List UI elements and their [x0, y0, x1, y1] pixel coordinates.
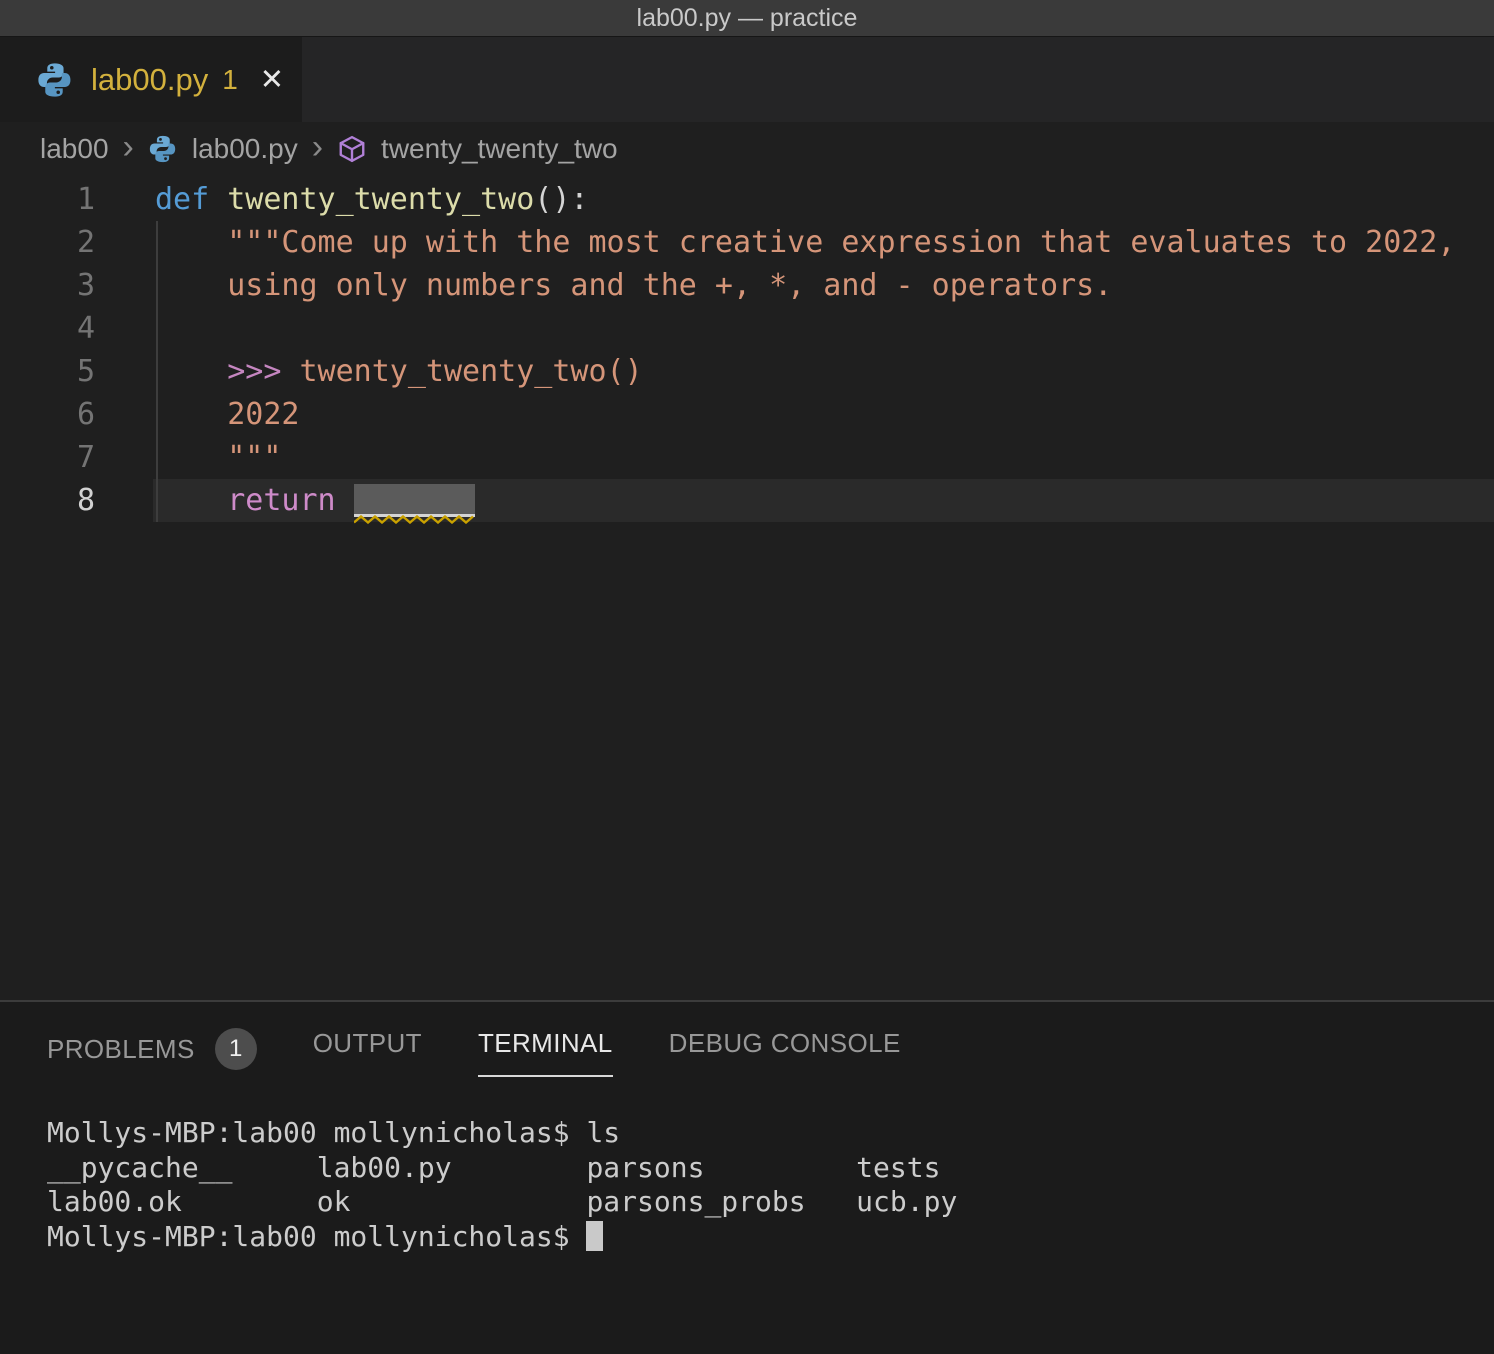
terminal-output[interactable]: Mollys-MBP:lab00 mollynicholas$ ls__pyca… — [0, 1086, 1494, 1254]
terminal-line: __pycache__ lab00.py parsons tests — [47, 1151, 1494, 1186]
code-line-7[interactable]: 7 """ — [0, 436, 1494, 479]
code-token — [155, 483, 227, 518]
panel-tab-terminal[interactable]: TERMINAL — [478, 1028, 613, 1077]
code-token — [155, 397, 227, 432]
close-icon[interactable]: ✕ — [260, 62, 284, 97]
code-token — [336, 483, 354, 518]
line-number: 3 — [0, 264, 95, 307]
panel-tab-label: PROBLEMS — [47, 1034, 195, 1065]
chevron-right-icon: › — [312, 130, 323, 168]
code-line-3[interactable]: 3 using only numbers and the +, *, and -… — [0, 264, 1494, 307]
tab-label: lab00.py — [91, 62, 208, 98]
code-token — [155, 354, 227, 389]
code-token — [155, 225, 227, 260]
code-text: return — [153, 479, 1494, 522]
code-token: """Come up with the most creative expres… — [227, 225, 1455, 260]
terminal-line: Mollys-MBP:lab00 mollynicholas$ — [47, 1220, 1494, 1255]
tab-problem-count-badge: 1 — [222, 64, 238, 96]
panel-tab-label: DEBUG CONSOLE — [669, 1028, 901, 1059]
code-token — [209, 182, 227, 217]
panel-tab-label: OUTPUT — [313, 1028, 422, 1059]
tab-lab00py[interactable]: lab00.py 1 ✕ — [0, 37, 302, 122]
code-line-4[interactable]: 4 — [0, 307, 1494, 350]
code-text: def twenty_twenty_two(): — [153, 178, 1494, 221]
terminal-cursor — [586, 1221, 603, 1251]
warning-squiggle-icon — [354, 515, 475, 524]
code-token — [155, 268, 227, 303]
symbol-cube-icon — [337, 134, 367, 164]
code-token: twenty_twenty_two — [227, 182, 534, 217]
panel-tab-output[interactable]: OUTPUT — [313, 1028, 422, 1075]
terminal-line: lab00.ok ok parsons_probs ucb.py — [47, 1185, 1494, 1220]
breadcrumb: lab00 › lab00.py › twenty_twenty_two — [0, 122, 1494, 176]
vscode-window: lab00.py — practice lab00.py 1 ✕ lab00 ›… — [0, 0, 1494, 1354]
code-editor[interactable]: 1def twenty_twenty_two():2 """Come up wi… — [0, 176, 1494, 1000]
code-line-8[interactable]: 8 return — [0, 479, 1494, 522]
code-token: (): — [534, 182, 588, 217]
code-line-1[interactable]: 1 def twenty_twenty_two(): — [0, 178, 1494, 221]
terminal-line: Mollys-MBP:lab00 mollynicholas$ ls — [47, 1116, 1494, 1151]
window-titlebar: lab00.py — practice — [0, 0, 1494, 37]
panel-tab-problems[interactable]: PROBLEMS 1 — [47, 1028, 257, 1086]
panel-tab-bar: PROBLEMS 1 OUTPUT TERMINAL DEBUG CONSOLE — [0, 1002, 1494, 1086]
code-text: """Come up with the most creative expres… — [153, 221, 1494, 264]
code-line-6[interactable]: 6 2022 — [0, 393, 1494, 436]
line-number: 5 — [0, 350, 95, 393]
bottom-panel: PROBLEMS 1 OUTPUT TERMINAL DEBUG CONSOLE Mol… — [0, 1000, 1494, 1354]
problems-count-badge: 1 — [215, 1028, 257, 1070]
code-token: 2022 — [227, 397, 299, 432]
breadcrumb-folder[interactable]: lab00 — [40, 133, 109, 165]
python-file-icon — [36, 61, 74, 99]
python-file-icon — [148, 134, 178, 164]
breadcrumb-symbol[interactable]: twenty_twenty_two — [381, 133, 618, 165]
chevron-right-icon: › — [123, 130, 134, 168]
breadcrumb-file[interactable]: lab00.py — [192, 133, 298, 165]
line-number: 1 — [0, 178, 95, 221]
editor-tab-bar: lab00.py 1 ✕ — [0, 37, 1494, 122]
window-title: lab00.py — practice — [637, 4, 858, 33]
selection-highlight — [354, 484, 475, 517]
line-number: 6 — [0, 393, 95, 436]
code-text: >>> twenty_twenty_two() — [153, 350, 1494, 393]
code-line-2[interactable]: 2 """Come up with the most creative expr… — [0, 221, 1494, 264]
line-number: 8 — [0, 479, 95, 522]
code-text — [153, 307, 1494, 350]
code-text: using only numbers and the +, *, and - o… — [153, 264, 1494, 307]
code-token: using only numbers and the +, *, and - o… — [227, 268, 1112, 303]
code-token: twenty_twenty_two() — [300, 354, 643, 389]
code-token: >>> — [227, 354, 281, 389]
code-token — [155, 440, 227, 475]
code-text: """ — [153, 436, 1494, 479]
code-token: def — [155, 182, 209, 217]
line-number: 2 — [0, 221, 95, 264]
code-line-5[interactable]: 5 >>> twenty_twenty_two() — [0, 350, 1494, 393]
code-token: """ — [227, 440, 281, 475]
line-number: 7 — [0, 436, 95, 479]
line-number: 4 — [0, 307, 95, 350]
panel-tab-label: TERMINAL — [478, 1028, 613, 1059]
code-text: 2022 — [153, 393, 1494, 436]
code-token — [281, 354, 299, 389]
panel-tab-debug-console[interactable]: DEBUG CONSOLE — [669, 1028, 901, 1075]
code-token: return — [227, 483, 335, 518]
